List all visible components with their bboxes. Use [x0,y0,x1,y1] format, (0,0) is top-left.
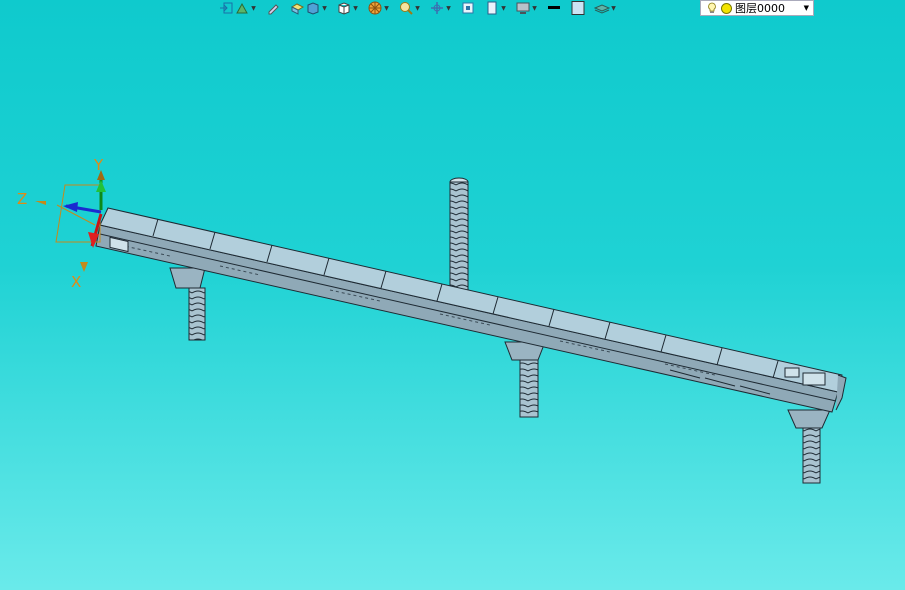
z-axis-label: Z [17,190,27,208]
conveyor-body [95,207,847,413]
3d-viewport[interactable]: Y Z X [0,0,905,590]
y-axis-label: Y [93,156,104,174]
screw-pipe-top [449,177,469,305]
axis-triad [35,170,106,272]
screw-pipe-middle [504,341,546,418]
screw-pipe-left [169,267,206,341]
screw-pipe-right [787,409,831,484]
x-axis-label: X [71,273,81,291]
